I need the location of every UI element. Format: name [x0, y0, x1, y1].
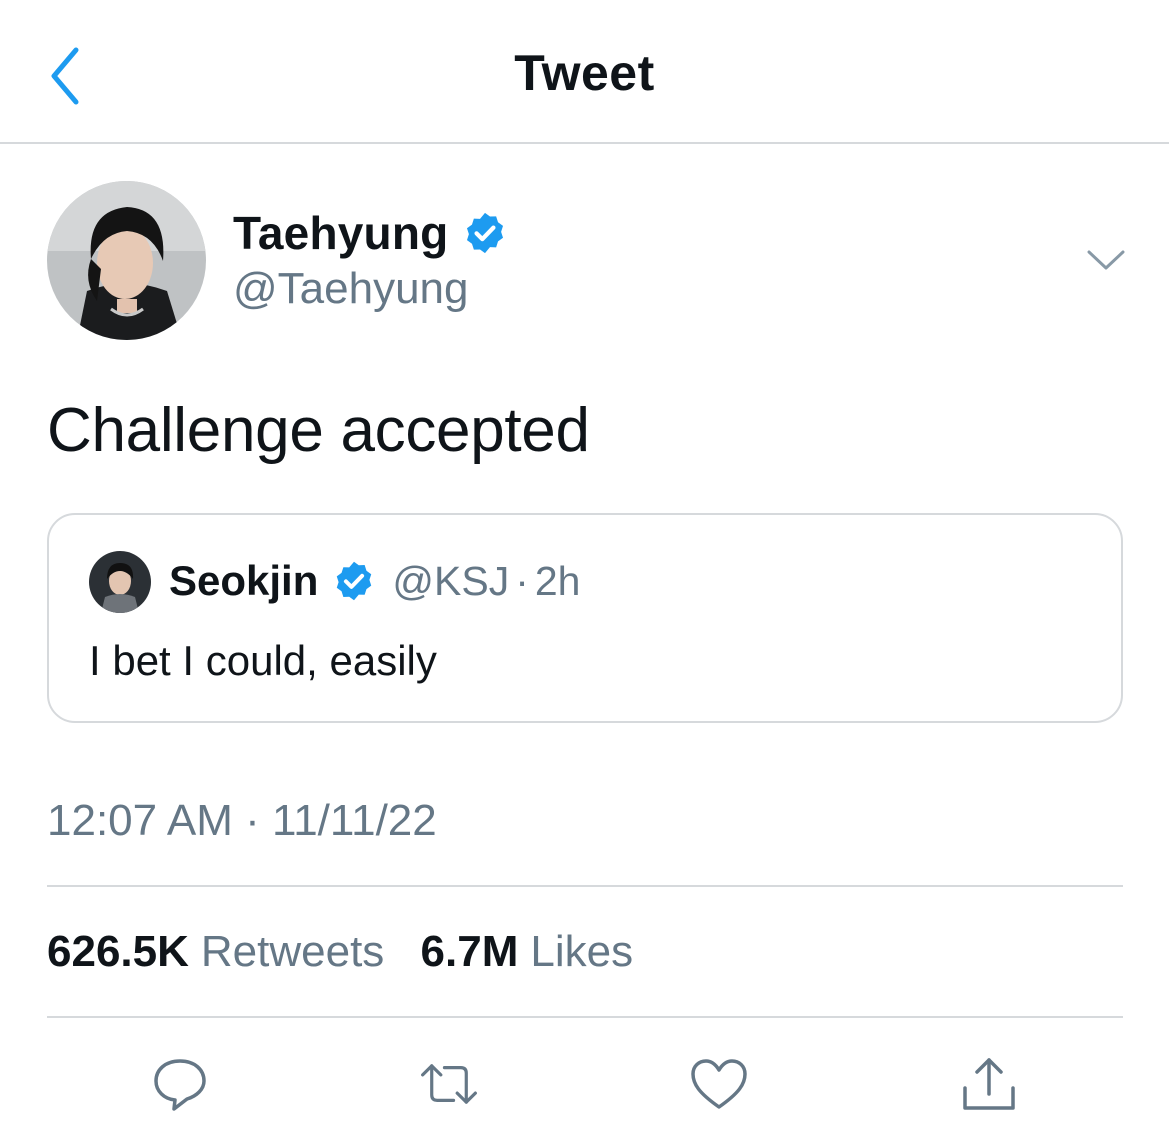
quoted-author-name: Seokjin [169, 557, 319, 604]
engagement-stats: 626.5K Retweets 6.7M Likes [47, 927, 633, 977]
top-bar: Tweet [0, 0, 1169, 144]
share-button[interactable] [959, 1054, 1019, 1114]
likes-label: Likes [530, 927, 634, 976]
reply-button[interactable] [150, 1054, 210, 1114]
quoted-author-handle: @KSJ [392, 557, 510, 604]
retweet-button[interactable] [419, 1054, 479, 1114]
quoted-tweet-text: I bet I could, easily [89, 637, 437, 684]
retweets-count: 626.5K [47, 927, 189, 976]
retweets-label: Retweets [200, 927, 385, 976]
author-avatar[interactable] [47, 181, 206, 340]
heart-icon [691, 1059, 747, 1109]
divider [47, 1016, 1123, 1018]
retweets-stat[interactable]: 626.5K Retweets [47, 927, 397, 976]
tweet-timestamp: 12:07 AM · 11/11/22 [47, 796, 437, 845]
author-name[interactable]: Taehyung [233, 206, 448, 260]
verified-badge-icon [337, 561, 372, 601]
retweet-icon [421, 1064, 477, 1104]
like-button[interactable] [689, 1054, 749, 1114]
reply-icon [154, 1059, 206, 1111]
divider [47, 885, 1123, 887]
likes-count: 6.7M [420, 927, 519, 976]
verified-badge-icon [467, 212, 504, 254]
quoted-verified-badge [332, 559, 376, 603]
quoted-time: 2h [534, 557, 581, 604]
likes-stat[interactable]: 6.7M Likes [421, 927, 634, 976]
quoted-separator: · [515, 557, 529, 604]
quoted-tweet-header: Seokjin @KSJ · 2h [169, 557, 580, 605]
author-name-row: Taehyung [233, 206, 508, 260]
author-handle[interactable]: @Taehyung [233, 264, 469, 314]
tweet-detail-screen: Tweet Taehyung @Taehyung Challenge accep… [0, 0, 1169, 1136]
quoted-tweet-card[interactable]: Seokjin @KSJ · 2h I bet I could, easily [47, 513, 1123, 723]
page-title: Tweet [514, 45, 655, 101]
more-options-button[interactable] [1084, 240, 1128, 280]
tweet-text: Challenge accepted [47, 396, 590, 465]
chevron-down-icon [1087, 250, 1125, 270]
quoted-author-avatar [89, 551, 151, 613]
share-icon [963, 1058, 1015, 1110]
